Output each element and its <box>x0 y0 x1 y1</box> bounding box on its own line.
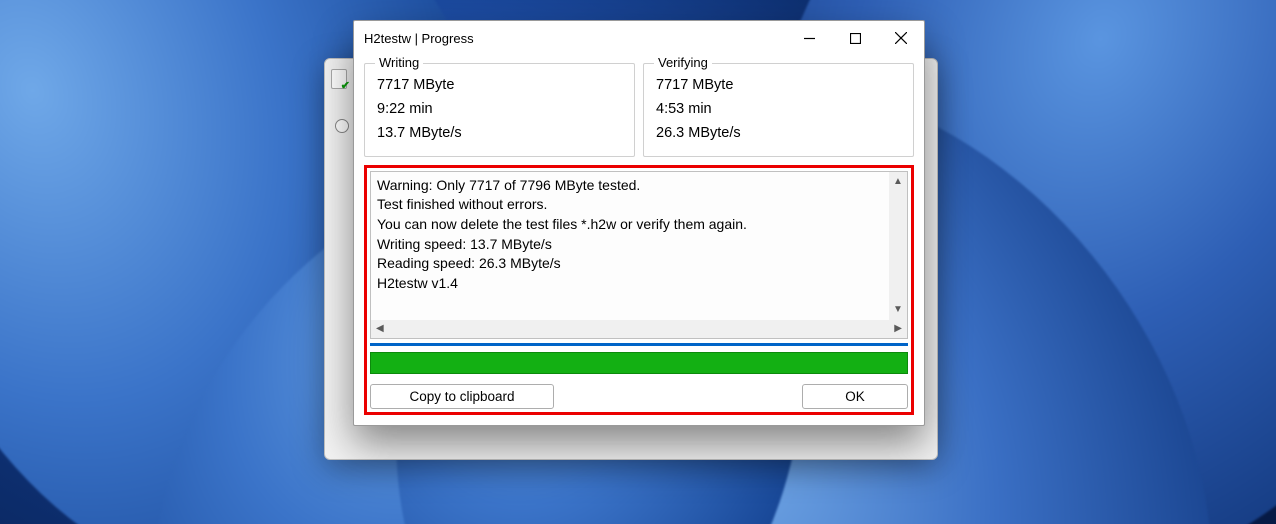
separator-line <box>370 343 908 346</box>
close-button[interactable] <box>878 21 924 55</box>
maximize-button[interactable] <box>832 21 878 55</box>
verifying-label: Verifying <box>654 55 712 70</box>
writing-speed: 13.7 MByte/s <box>377 122 622 146</box>
highlighted-region: Warning: Only 7717 of 7796 MByte tested.… <box>364 165 914 415</box>
minimize-button[interactable] <box>786 21 832 55</box>
verifying-speed: 26.3 MByte/s <box>656 122 901 146</box>
verifying-time: 4:53 min <box>656 98 901 122</box>
usb-drive-icon <box>331 69 347 89</box>
window-title: H2testw | Progress <box>364 31 786 46</box>
verifying-size: 7717 MByte <box>656 74 901 98</box>
writing-time: 9:22 min <box>377 98 622 122</box>
verifying-group: Verifying 7717 MByte 4:53 min 26.3 MByte… <box>643 63 914 157</box>
ok-button[interactable]: OK <box>802 384 908 409</box>
title-bar[interactable]: H2testw | Progress <box>354 21 924 55</box>
scroll-left-icon[interactable]: ◀ <box>371 322 389 336</box>
progress-bar <box>370 352 908 374</box>
writing-label: Writing <box>375 55 423 70</box>
vertical-scrollbar[interactable]: ▲ ▼ <box>889 172 907 320</box>
scroll-down-icon[interactable]: ▼ <box>893 300 903 320</box>
radio-stub-icon <box>335 119 349 133</box>
close-icon <box>895 32 907 44</box>
scroll-right-icon[interactable]: ▶ <box>889 322 907 336</box>
writing-size: 7717 MByte <box>377 74 622 98</box>
log-text: Warning: Only 7717 of 7796 MByte tested.… <box>371 172 889 320</box>
progress-dialog: H2testw | Progress Writing 7717 MByte 9:… <box>353 20 925 426</box>
minimize-icon <box>804 33 815 44</box>
writing-group: Writing 7717 MByte 9:22 min 13.7 MByte/s <box>364 63 635 157</box>
copy-to-clipboard-button[interactable]: Copy to clipboard <box>370 384 554 409</box>
scroll-up-icon[interactable]: ▲ <box>893 172 903 192</box>
log-textarea[interactable]: Warning: Only 7717 of 7796 MByte tested.… <box>370 171 908 339</box>
horizontal-scrollbar[interactable]: ◀ ▶ <box>371 320 907 338</box>
maximize-icon <box>850 33 861 44</box>
